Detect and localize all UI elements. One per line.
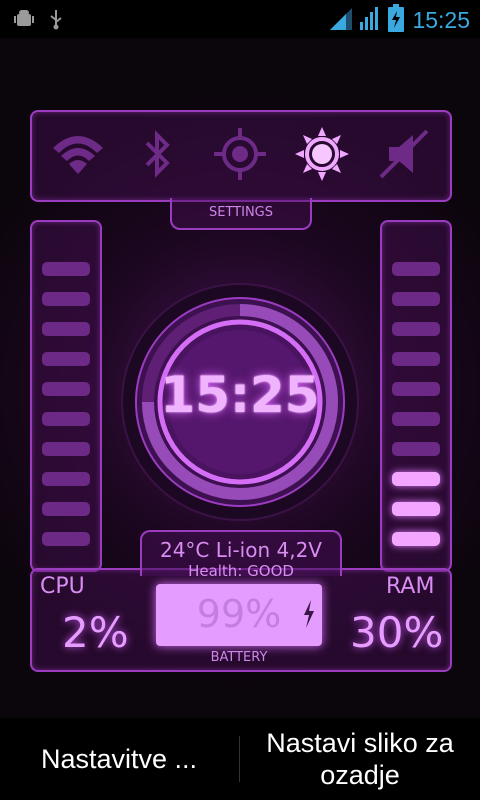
ram-bar-5 xyxy=(392,412,440,426)
battery-temp-type-voltage: 24°C Li-ion 4,2V xyxy=(159,538,322,562)
cpu-bar-7 xyxy=(42,352,90,366)
action-bar: Nastavitve ... Nastavi sliko za ozadje xyxy=(0,718,480,800)
battery-health: Health: GOOD xyxy=(188,562,294,580)
wifi-signal-icon xyxy=(330,6,353,34)
ram-bar-3 xyxy=(392,472,440,486)
bluetooth-icon xyxy=(141,129,175,183)
cpu-label: CPU xyxy=(40,574,85,599)
gps-toggle[interactable] xyxy=(210,126,270,186)
battery-gauge: 99% xyxy=(156,584,322,646)
ram-bar-9 xyxy=(392,292,440,306)
ram-bar-10 xyxy=(392,262,440,276)
cpu-bar-9 xyxy=(42,292,90,306)
ram-value: 30% xyxy=(350,608,444,657)
settings-button[interactable]: Nastavitve ... xyxy=(0,718,238,800)
cpu-bar-5 xyxy=(42,412,90,426)
cpu-meter xyxy=(30,220,102,572)
brightness-toggle[interactable] xyxy=(292,126,352,186)
sun-icon xyxy=(294,126,350,186)
cpu-bar-8 xyxy=(42,322,90,336)
mute-icon xyxy=(377,127,431,185)
charging-bolt-icon xyxy=(302,600,316,632)
cpu-bar-1 xyxy=(42,532,90,546)
quick-toggles-panel xyxy=(30,110,452,202)
battery-percent: 99% xyxy=(196,592,282,636)
wifi-icon xyxy=(49,130,107,182)
gps-icon xyxy=(213,127,267,185)
usb-icon xyxy=(48,8,64,34)
battery-label: BATTERY xyxy=(210,650,268,665)
status-clock: 15:25 xyxy=(412,6,470,33)
battery-info-tab: 24°C Li-ion 4,2V Health: GOOD xyxy=(140,530,342,580)
wifi-toggle[interactable] xyxy=(48,126,108,186)
clock-time: 15:25 xyxy=(160,366,320,424)
set-wallpaper-label-line2: ozadje xyxy=(320,760,400,790)
ram-meter xyxy=(380,220,452,572)
ram-bar-7 xyxy=(392,352,440,366)
cell-signal-icon xyxy=(360,6,380,34)
ram-bar-6 xyxy=(392,382,440,396)
settings-tab[interactable]: SETTINGS xyxy=(170,198,312,230)
set-wallpaper-label-line1: Nastavi sliko za xyxy=(266,727,454,758)
cpu-bar-6 xyxy=(42,382,90,396)
ram-label: RAM xyxy=(386,574,435,599)
android-debug-icon xyxy=(14,8,34,34)
cpu-value: 2% xyxy=(62,608,129,657)
cpu-bar-2 xyxy=(42,502,90,516)
sound-toggle[interactable] xyxy=(374,126,434,186)
ram-bar-1 xyxy=(392,532,440,546)
cpu-bar-4 xyxy=(42,442,90,456)
battery-charging-icon xyxy=(388,4,405,36)
status-bar: 15:25 xyxy=(0,0,480,38)
bluetooth-toggle[interactable] xyxy=(128,126,188,186)
set-wallpaper-button[interactable]: Nastavi sliko za ozadje xyxy=(240,718,480,800)
cpu-bar-10 xyxy=(42,262,90,276)
ram-bar-2 xyxy=(392,502,440,516)
ram-bar-8 xyxy=(392,322,440,336)
ram-bar-4 xyxy=(392,442,440,456)
cpu-bar-3 xyxy=(42,472,90,486)
